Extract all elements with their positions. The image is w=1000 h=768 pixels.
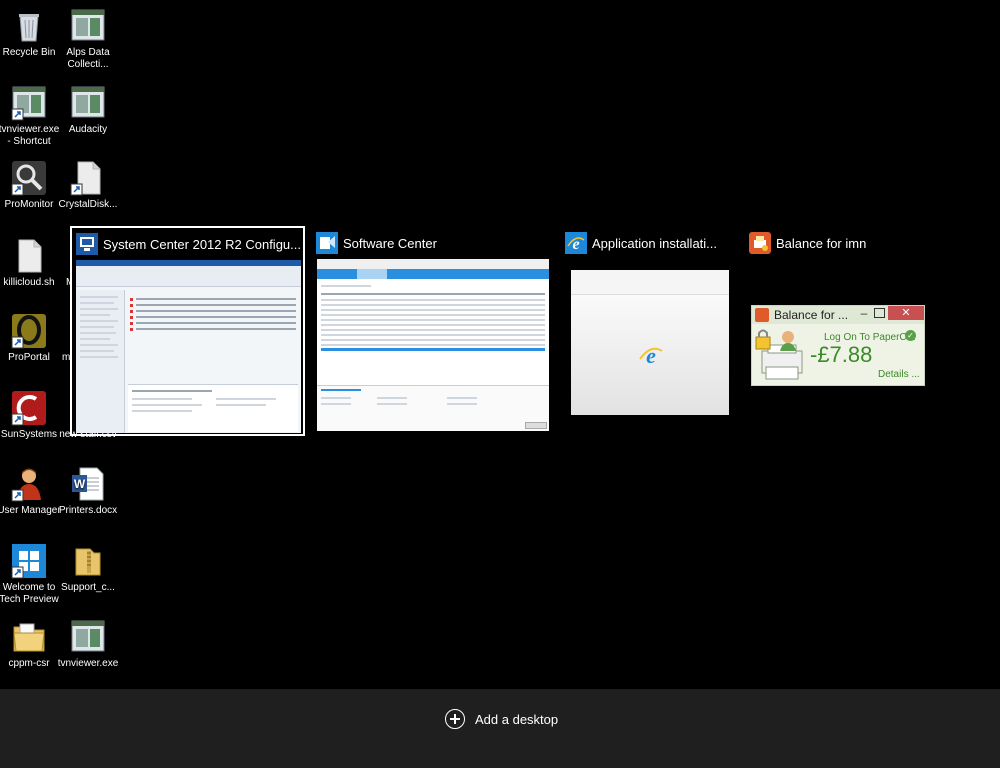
recycle-bin-icon (11, 8, 47, 44)
file-icon (11, 238, 47, 274)
window-thumbnail: e (571, 270, 729, 415)
folder-icon (11, 619, 47, 655)
file-icon (56, 238, 70, 274)
desktop-icon-label: SunSystems (0, 429, 58, 440)
papercut-details-link[interactable]: Details ... (878, 369, 920, 380)
app-window-icon (70, 85, 106, 121)
desktop-icon-label: m (62, 352, 70, 363)
desktop-icon-alps[interactable]: Alps Data Collecti... (56, 8, 120, 70)
desktop-icon-recycle-bin[interactable]: Recycle Bin (0, 8, 61, 59)
svg-text:W: W (74, 477, 86, 491)
desktop-icon-printers[interactable]: W Printers.docx (56, 466, 120, 517)
minimize-button[interactable]: – (856, 306, 872, 322)
sccm-icon (76, 233, 98, 255)
desktop-icon-label: User Manager (0, 505, 61, 516)
desktop-icon-label: Printers.docx (58, 505, 118, 516)
desktop-icon-tvnviewer[interactable]: tvnviewer.exe (56, 619, 120, 670)
desktop-icon-label: Alps Data Collecti... (66, 47, 110, 70)
window-title: System Center 2012 R2 Configu... (103, 236, 301, 252)
internet-explorer-icon: e (565, 232, 587, 254)
window-title-bar: e Application installati... (565, 228, 717, 258)
virtual-desktop-bar: Add a desktop (0, 689, 1000, 768)
maximize-button[interactable] (874, 308, 885, 318)
window-title-bar: Balance for imn (749, 228, 866, 258)
add-desktop-label: Add a desktop (475, 711, 559, 727)
svg-text:e: e (646, 343, 656, 368)
desktop-icon-label: killicloud.sh (3, 277, 55, 288)
app-window-icon (11, 85, 47, 121)
desktop-icon-user-manager[interactable]: User Manager (0, 466, 61, 517)
app-window-icon (70, 8, 106, 44)
folder-zip-icon (70, 543, 106, 579)
task-view-window-sccm[interactable]: System Center 2012 R2 Configu... (70, 226, 305, 436)
desktop-icon-sunsystems[interactable]: SunSystems (0, 390, 61, 441)
window-title: Software Center (343, 235, 437, 251)
word-doc-icon: W (70, 466, 106, 502)
printer-user-icon (754, 327, 812, 385)
desktop-icon-label: ProMonitor (4, 199, 54, 210)
sunsystems-icon (11, 390, 47, 426)
app-window-icon (70, 619, 106, 655)
desktop-icon-label: Recycle Bin (2, 47, 56, 58)
desktop-icon-label: Support_c... (61, 582, 115, 593)
desktop-icon-partial-m[interactable]: M (56, 238, 70, 289)
file-icon (70, 160, 106, 196)
plus-circle-icon (445, 709, 465, 729)
desktop-icon-cppm-csr[interactable]: cppm-csr (0, 619, 61, 670)
window-title: Balance for imn (776, 235, 867, 251)
desktop-icon-label: Audacity (68, 124, 108, 135)
refresh-icon[interactable]: ✓ (905, 330, 916, 341)
desktop-icon-label: M (56, 277, 70, 289)
window-title-bar: System Center 2012 R2 Configu... (76, 229, 301, 259)
magnifier-icon (11, 160, 47, 196)
desktop-icon-killicloud[interactable]: killicloud.sh (0, 238, 61, 289)
desktop-icon-label: CrystalDisk... (58, 199, 118, 210)
desktop-icon-crystaldisk[interactable]: CrystalDisk... (56, 160, 120, 211)
desktop-icon-welcome[interactable]: Welcome to Tech Preview (0, 543, 61, 605)
desktop-icon-label: ProPortal (8, 352, 50, 363)
user-icon (11, 466, 47, 502)
task-view-window-application-installation[interactable]: e Application installati... e (563, 228, 733, 418)
software-center-icon (316, 232, 338, 254)
papercut-balance-value: -£7.88 (810, 342, 873, 367)
desktop-icon-audacity[interactable]: Audacity (56, 85, 120, 136)
desktop-icon-label: cppm-csr (8, 658, 50, 669)
internet-explorer-icon: e (638, 342, 664, 373)
desktop-icon-label: tvnviewer.exe - Shortcut (0, 124, 60, 147)
desktop-icon-tvnviewer-shortcut[interactable]: tvnviewer.exe - Shortcut (0, 85, 61, 147)
window-title: Application installati... (592, 235, 718, 251)
desktop-icon-label: tvnviewer.exe (57, 658, 119, 669)
windows-logo-icon (11, 543, 47, 579)
close-button[interactable]: ✕ (888, 306, 924, 320)
desktop-icon-support[interactable]: Support_c... (56, 543, 120, 594)
window-thumbnail (76, 260, 301, 433)
proportal-icon (11, 313, 47, 349)
papercut-title: Balance for ... (774, 308, 849, 322)
task-view-window-papercut[interactable]: Balance for imn Balance for ... – ✕ Log … (747, 228, 927, 388)
add-desktop-button[interactable]: Add a desktop (445, 708, 558, 730)
desktop-icon-proportal[interactable]: ProPortal (0, 313, 61, 364)
papercut-balance-window: Balance for ... – ✕ Log On To PaperCut ✓… (751, 305, 925, 386)
window-title-bar: Software Center (316, 228, 437, 258)
window-thumbnail (317, 259, 549, 431)
desktop-icon-label: Welcome to Tech Preview (0, 582, 59, 605)
papercut-small-icon (755, 308, 769, 322)
file-icon (56, 313, 70, 349)
task-view-window-software-center[interactable]: Software Center (313, 228, 553, 434)
desktop-icon-promonitor[interactable]: ProMonitor (0, 160, 61, 211)
desktop-icon-partial-m2[interactable]: m (56, 313, 70, 364)
papercut-icon (749, 232, 771, 254)
